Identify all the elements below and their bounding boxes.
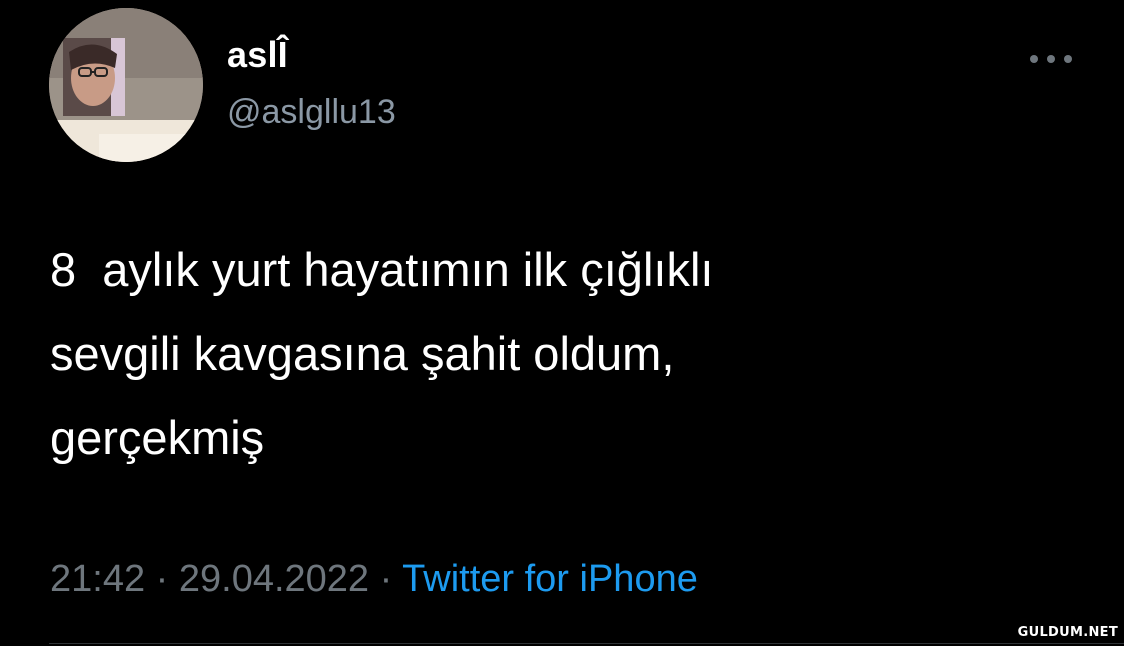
more-options-button[interactable] [1030, 52, 1072, 66]
divider [49, 643, 1124, 644]
meta-separator: · [145, 558, 179, 600]
more-horizontal-icon [1030, 55, 1038, 63]
more-horizontal-icon-dot [1064, 55, 1072, 63]
tweet-date[interactable]: 29.04.2022 [179, 558, 369, 600]
profile-photo-icon [49, 8, 203, 162]
tweet-text-line: sevgili kavgasına şahit oldum, [50, 327, 675, 380]
meta-separator: · [369, 558, 403, 600]
author-display-name[interactable]: aslÎ [227, 34, 288, 76]
tweet-meta: 21:42 · 29.04.2022 · Twitter for iPhone [50, 558, 698, 601]
watermark: GULDUM.NET [1017, 625, 1118, 640]
tweet-time[interactable]: 21:42 [50, 558, 145, 600]
author-handle[interactable]: @aslgllu13 [227, 93, 396, 132]
more-horizontal-icon-dot [1047, 55, 1055, 63]
tweet-text: 8 aylık yurt hayatımın ilk çığlıklı sevg… [50, 228, 1050, 480]
tweet-text-line: 8 aylık yurt hayatımın ilk çığlıklı [50, 243, 714, 296]
avatar[interactable] [49, 8, 203, 162]
tweet-source-link[interactable]: Twitter for iPhone [402, 558, 698, 600]
tweet-text-line: gerçekmiş [50, 411, 265, 464]
